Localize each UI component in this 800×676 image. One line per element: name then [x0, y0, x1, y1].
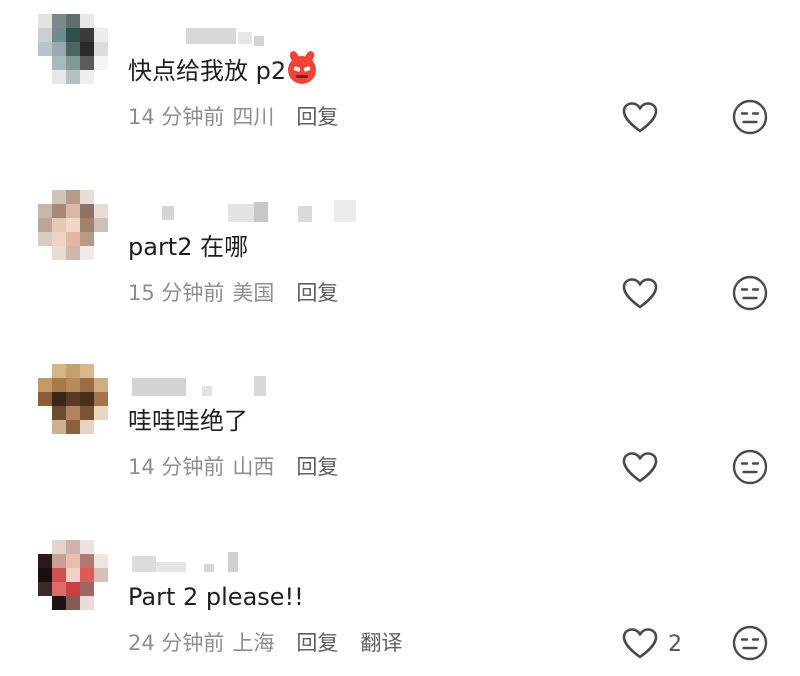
dislike-button[interactable] [729, 446, 771, 488]
like-button[interactable]: 2 [620, 624, 682, 664]
comment-item: 哇哇哇绝了 14 分钟前 山西 回复 [0, 350, 800, 520]
avatar[interactable] [38, 540, 108, 610]
heart-outline-icon [622, 102, 658, 133]
avatar[interactable] [38, 364, 108, 434]
reply-button[interactable]: 回复 [296, 105, 338, 129]
like-count: 2 [668, 631, 682, 657]
translate-button[interactable]: 翻译 [360, 631, 402, 655]
comment-list: 快点给我放 p2 14 分钟前 四川 回复 part2 在哪 15 分钟前 美国… [0, 0, 800, 676]
comment-item: 快点给我放 p2 14 分钟前 四川 回复 [0, 0, 800, 170]
avatar[interactable] [38, 190, 108, 260]
dislike-button[interactable] [729, 622, 771, 664]
comment-time: 24 分钟前 [128, 631, 225, 655]
heart-outline-icon [622, 452, 658, 483]
comment-region: 上海 [232, 631, 275, 655]
comment-region: 美国 [232, 281, 275, 305]
comment-text: 哇哇哇绝了 [128, 407, 248, 435]
meh-face-icon [732, 625, 768, 661]
comment-item: part2 在哪 15 分钟前 美国 回复 [0, 176, 800, 346]
dislike-button[interactable] [729, 272, 771, 314]
username-blurred[interactable] [128, 22, 388, 48]
comment-text: Part 2 please!! [128, 583, 304, 611]
comment-text: 快点给我放 p2 [128, 54, 317, 88]
username-blurred[interactable] [128, 372, 388, 398]
reply-button[interactable]: 回复 [296, 455, 338, 479]
comment-meta: 24 分钟前 上海 回复 翻译 [128, 628, 402, 658]
reply-button[interactable]: 回复 [296, 631, 338, 655]
username-blurred[interactable] [128, 198, 388, 224]
avatar[interactable] [38, 14, 108, 84]
meh-face-icon [732, 449, 768, 485]
comment-region: 四川 [232, 105, 275, 129]
comment-meta: 14 分钟前 山西 回复 [128, 452, 338, 482]
heart-outline-icon [622, 278, 658, 309]
comment-meta: 14 分钟前 四川 回复 [128, 102, 338, 132]
devil-face-icon [288, 56, 317, 84]
comment-text: part2 在哪 [128, 233, 249, 261]
dislike-button[interactable] [729, 96, 771, 138]
heart-outline-icon [622, 628, 658, 659]
username-blurred[interactable] [128, 548, 388, 574]
meh-face-icon [732, 275, 768, 311]
comment-region: 山西 [232, 455, 275, 479]
meh-face-icon [732, 99, 768, 135]
comment-item: Part 2 please!! 24 分钟前 上海 回复 翻译 2 [0, 526, 800, 676]
reply-button[interactable]: 回复 [296, 281, 338, 305]
like-button[interactable] [620, 274, 660, 314]
comment-meta: 15 分钟前 美国 回复 [128, 278, 338, 308]
like-button[interactable] [620, 448, 660, 488]
comment-time: 15 分钟前 [128, 281, 225, 305]
comment-time: 14 分钟前 [128, 455, 225, 479]
like-button[interactable] [620, 98, 660, 138]
comment-time: 14 分钟前 [128, 105, 225, 129]
